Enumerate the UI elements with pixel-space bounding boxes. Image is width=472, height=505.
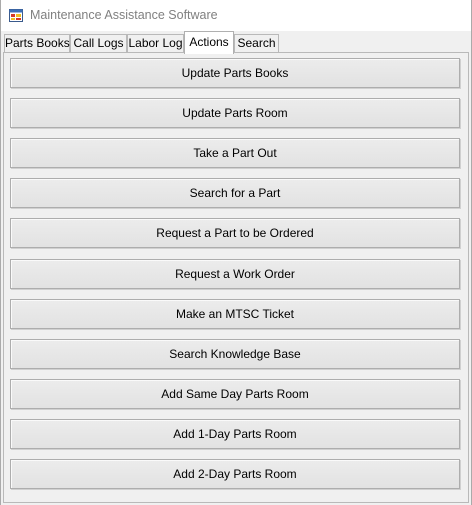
app-window-icon — [9, 9, 23, 22]
tab-actions[interactable]: Actions — [184, 31, 234, 54]
tab-labor-log[interactable]: Labor Log — [127, 34, 184, 53]
request-part-order-button[interactable]: Request a Part to be Ordered — [10, 218, 460, 248]
title-bar[interactable]: Maintenance Assistance Software — [1, 0, 471, 31]
actions-panel: Update Parts Books Update Parts Room Tak… — [3, 52, 469, 503]
main-window: Maintenance Assistance Software Parts Bo… — [0, 0, 472, 505]
window-title: Maintenance Assistance Software — [30, 8, 218, 22]
search-for-part-button[interactable]: Search for a Part — [10, 178, 460, 208]
request-work-order-button[interactable]: Request a Work Order — [10, 259, 460, 289]
make-mtsc-ticket-button[interactable]: Make an MTSC Ticket — [10, 299, 460, 329]
tab-search[interactable]: Search — [234, 34, 279, 53]
update-parts-room-button[interactable]: Update Parts Room — [10, 98, 460, 128]
add-2-day-parts-room-button[interactable]: Add 2-Day Parts Room — [10, 459, 460, 489]
add-same-day-parts-room-button[interactable]: Add Same Day Parts Room — [10, 379, 460, 409]
tab-call-logs[interactable]: Call Logs — [70, 34, 127, 53]
take-part-out-button[interactable]: Take a Part Out — [10, 138, 460, 168]
search-knowledge-base-button[interactable]: Search Knowledge Base — [10, 339, 460, 369]
tab-strip: Parts Books Call Logs Labor Log Actions … — [3, 31, 469, 54]
tab-parts-books[interactable]: Parts Books — [4, 34, 70, 53]
add-1-day-parts-room-button[interactable]: Add 1-Day Parts Room — [10, 419, 460, 449]
update-parts-books-button[interactable]: Update Parts Books — [10, 58, 460, 88]
